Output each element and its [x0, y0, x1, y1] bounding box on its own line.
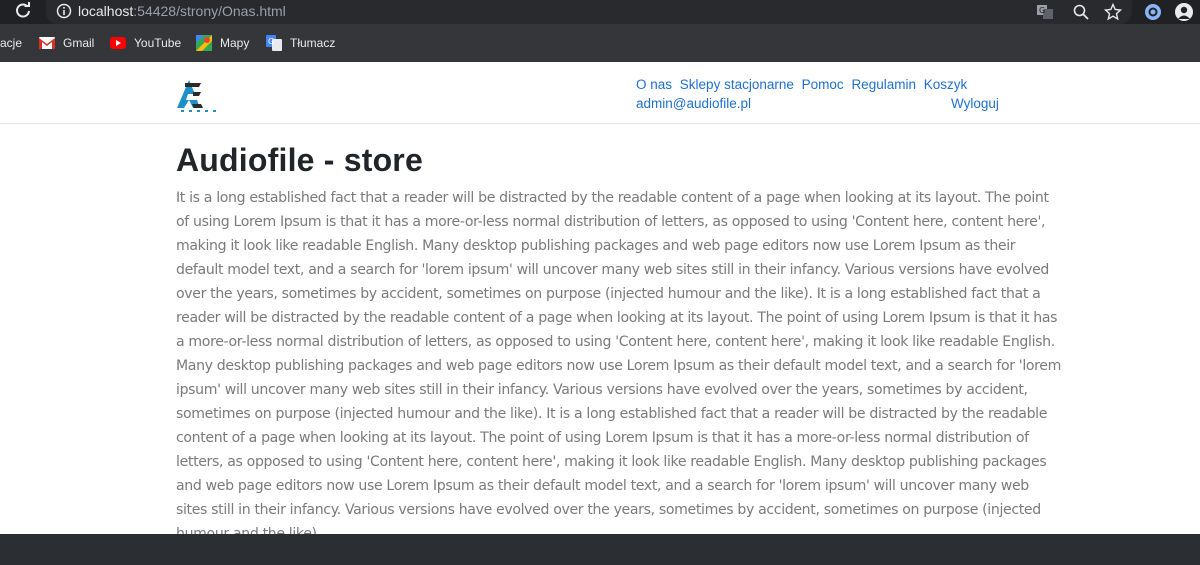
site-navbar: O nas Sklepy stacjonarne Pomoc Regulamin… — [0, 62, 1200, 124]
nav-link-sklepy[interactable]: Sklepy stacjonarne — [680, 77, 794, 92]
address-bar[interactable]: localhost:54428/strony/Onas.html G — [46, 0, 1132, 24]
body-text: It is a long established fact that a rea… — [176, 190, 1061, 542]
zoom-icon[interactable] — [1072, 3, 1090, 21]
bookmark-partial-label: acje — [0, 36, 23, 50]
translate-icon[interactable]: G — [1036, 3, 1054, 21]
gmail-icon — [39, 37, 55, 49]
bookmark-translate[interactable]: G Tłumacz — [266, 34, 335, 52]
info-icon[interactable] — [56, 3, 72, 19]
svg-text:G: G — [268, 37, 274, 46]
nav-link-koszyk[interactable]: Koszyk — [924, 77, 968, 92]
nav-logout-wrap: Wyloguj — [951, 94, 999, 113]
translate-icon: G — [266, 35, 282, 51]
bookmark-maps-label: Mapy — [220, 36, 250, 50]
url-host: localhost — [78, 3, 134, 19]
reload-icon[interactable] — [14, 2, 32, 20]
logo-icon[interactable] — [175, 70, 223, 112]
youtube-icon — [110, 37, 126, 49]
bookmark-gmail[interactable]: Gmail — [39, 34, 94, 52]
nav-link-account[interactable]: admin@audiofile.pl — [636, 96, 751, 111]
browser-toolbar: localhost:54428/strony/Onas.html G — [0, 0, 1200, 24]
bookmark-partial[interactable]: acje — [0, 34, 22, 52]
logout-link[interactable]: Wyloguj — [951, 96, 999, 111]
url-path: :54428/strony/Onas.html — [133, 3, 286, 19]
nav-link-o-nas[interactable]: O nas — [636, 77, 672, 92]
main-content: Audiofile - store It is a long establish… — [176, 140, 1062, 546]
extension-icon[interactable] — [1143, 2, 1163, 22]
page-title: Audiofile - store — [176, 142, 423, 178]
bookmark-star-icon[interactable] — [1104, 3, 1122, 21]
profile-icon[interactable] — [1174, 2, 1194, 22]
bookmark-youtube[interactable]: YouTube — [110, 34, 181, 52]
bookmark-youtube-label: YouTube — [134, 36, 182, 50]
maps-icon — [196, 35, 212, 51]
nav-links: O nas Sklepy stacjonarne Pomoc Regulamin… — [636, 75, 1066, 113]
bookmark-gmail-label: Gmail — [63, 36, 95, 50]
url-text[interactable]: localhost:54428/strony/Onas.html — [78, 3, 286, 20]
bookmark-maps[interactable]: Mapy — [196, 34, 249, 52]
footer — [0, 534, 1200, 565]
bookmarks-bar: acje Gmail YouTube Mapy G Tłumacz — [0, 24, 1200, 62]
svg-text:G: G — [1039, 6, 1045, 15]
bookmark-translate-label: Tłumacz — [290, 36, 336, 50]
nav-link-pomoc[interactable]: Pomoc — [802, 77, 844, 92]
nav-link-regulamin[interactable]: Regulamin — [851, 77, 916, 92]
